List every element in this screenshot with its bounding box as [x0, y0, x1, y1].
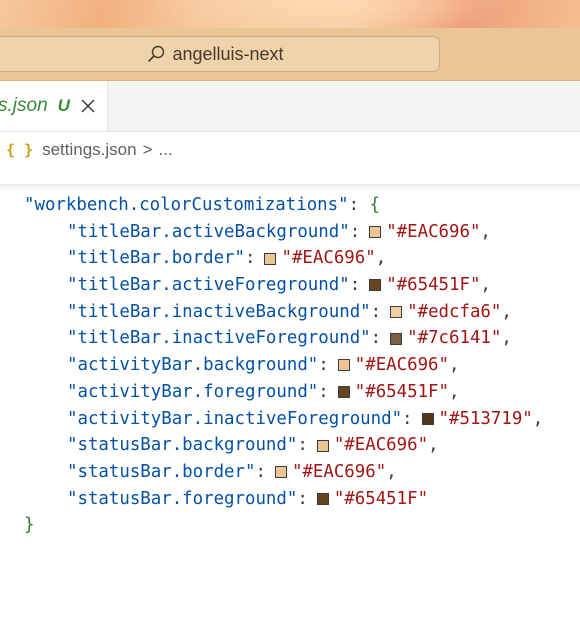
comma: , [428, 435, 439, 456]
colon: : [245, 248, 256, 269]
json-key: "statusBar.background" [67, 435, 298, 456]
json-value: "#edcfa6" [407, 301, 502, 322]
json-value: "#EAC696" [386, 221, 481, 242]
tab-settings-json[interactable]: s.json U [0, 81, 108, 131]
code-line-root: "workbench.colorCustomizations": { [0, 192, 580, 219]
breadcrumb-item-file[interactable]: settings.json [42, 140, 137, 160]
color-swatch[interactable] [316, 492, 329, 505]
json-value: "#65451F" [354, 381, 449, 402]
colon: : [297, 488, 308, 509]
json-value: "#EAC696" [281, 248, 376, 269]
colon: : [318, 381, 329, 402]
json-key: "activityBar.inactiveForeground" [67, 408, 403, 429]
comma: , [449, 381, 460, 402]
tab-filename: s.json [0, 95, 48, 116]
json-value: "#EAC696" [354, 355, 449, 376]
color-swatch[interactable] [264, 252, 277, 265]
json-value: "#513719" [438, 408, 533, 429]
code-line-close: } [0, 512, 580, 539]
json-value: "#65451F" [386, 275, 481, 296]
color-swatch[interactable] [316, 439, 329, 452]
comma: , [449, 355, 460, 376]
command-center-search[interactable]: angelluis-next [0, 36, 440, 72]
comma: , [501, 328, 512, 349]
code-line-entry: "titleBar.activeForeground": "#65451F", [0, 272, 580, 299]
code-line-entry: "statusBar.border": "#EAC696", [0, 459, 580, 486]
colon: : [349, 221, 361, 242]
editor-scroll-shadow [0, 184, 580, 191]
colon: : [402, 408, 413, 429]
color-swatch[interactable] [369, 226, 382, 239]
colon: : [297, 435, 308, 456]
colon: : [255, 461, 266, 482]
open-brace: { [369, 195, 381, 215]
json-value: "#EAC696" [333, 435, 429, 456]
code-editor[interactable]: "workbench.colorCustomizations": { "titl… [0, 192, 580, 539]
code-line-entry: "statusBar.background": "#EAC696", [0, 432, 580, 459]
color-swatch[interactable] [337, 386, 350, 399]
comma: , [501, 301, 512, 322]
chevron-right-icon: > [142, 140, 153, 159]
code-line-entry: "titleBar.inactiveForeground": "#7c6141", [0, 325, 580, 352]
json-key: "titleBar.border" [67, 248, 245, 269]
comma: , [375, 248, 387, 269]
json-key: "titleBar.activeBackground" [67, 221, 350, 242]
code-line-entry: "activityBar.background": "#EAC696", [0, 352, 580, 379]
color-swatch[interactable] [390, 332, 403, 345]
comma: , [532, 408, 544, 429]
json-key: "statusBar.foreground" [67, 488, 298, 509]
json-key: "activityBar.background" [67, 355, 319, 376]
json-value: "#7c6141" [407, 328, 502, 349]
json-key: "titleBar.inactiveForeground" [67, 328, 371, 349]
desktop-wallpaper [0, 0, 580, 28]
editor-tab-bar: s.json U [0, 81, 580, 132]
color-swatch[interactable] [390, 306, 403, 319]
code-line-entry: "titleBar.border": "#EAC696", [0, 245, 580, 272]
json-file-icon: { } [6, 141, 34, 159]
color-swatch[interactable] [337, 359, 350, 372]
title-bar: angelluis-next [0, 28, 580, 81]
comma: , [480, 221, 491, 242]
command-center-label: angelluis-next [172, 43, 284, 64]
json-key: "titleBar.inactiveBackground" [67, 301, 371, 322]
colon: : [318, 355, 329, 376]
color-swatch[interactable] [369, 279, 382, 292]
comma: , [386, 461, 397, 482]
json-key: "statusBar.border" [67, 461, 256, 482]
json-key: "activityBar.foreground" [67, 381, 319, 402]
code-line-entry: "titleBar.inactiveBackground": "#edcfa6", [0, 299, 580, 326]
untracked-badge: U [57, 96, 70, 115]
wallpaper-glow [150, 0, 510, 28]
colon: : [370, 301, 382, 322]
code-line-entry: "statusBar.foreground": "#65451F" [0, 486, 580, 513]
color-swatch[interactable] [421, 412, 434, 425]
colon: : [348, 195, 370, 215]
comma: , [480, 275, 491, 296]
colon: : [349, 275, 361, 296]
search-icon [146, 44, 166, 64]
code-line-entry: "titleBar.activeBackground": "#EAC696", [0, 219, 580, 246]
breadcrumb-item-more[interactable]: ... [159, 140, 173, 160]
color-swatch[interactable] [274, 466, 287, 479]
json-key: "workbench.colorCustomizations" [24, 195, 349, 215]
code-line-entry: "activityBar.foreground": "#65451F", [0, 379, 580, 406]
close-icon[interactable] [80, 98, 96, 114]
json-value: "#EAC696" [291, 461, 387, 482]
json-key: "titleBar.activeForeground" [67, 275, 350, 296]
json-entries: "titleBar.activeBackground": "#EAC696", "t… [0, 219, 580, 513]
breadcrumb: { } settings.json > ... [0, 132, 580, 168]
code-line-entry: "activityBar.inactiveForeground": "#51371… [0, 406, 580, 433]
colon: : [370, 328, 382, 349]
close-brace: } [24, 515, 35, 536]
json-value: "#65451F" [333, 488, 429, 509]
